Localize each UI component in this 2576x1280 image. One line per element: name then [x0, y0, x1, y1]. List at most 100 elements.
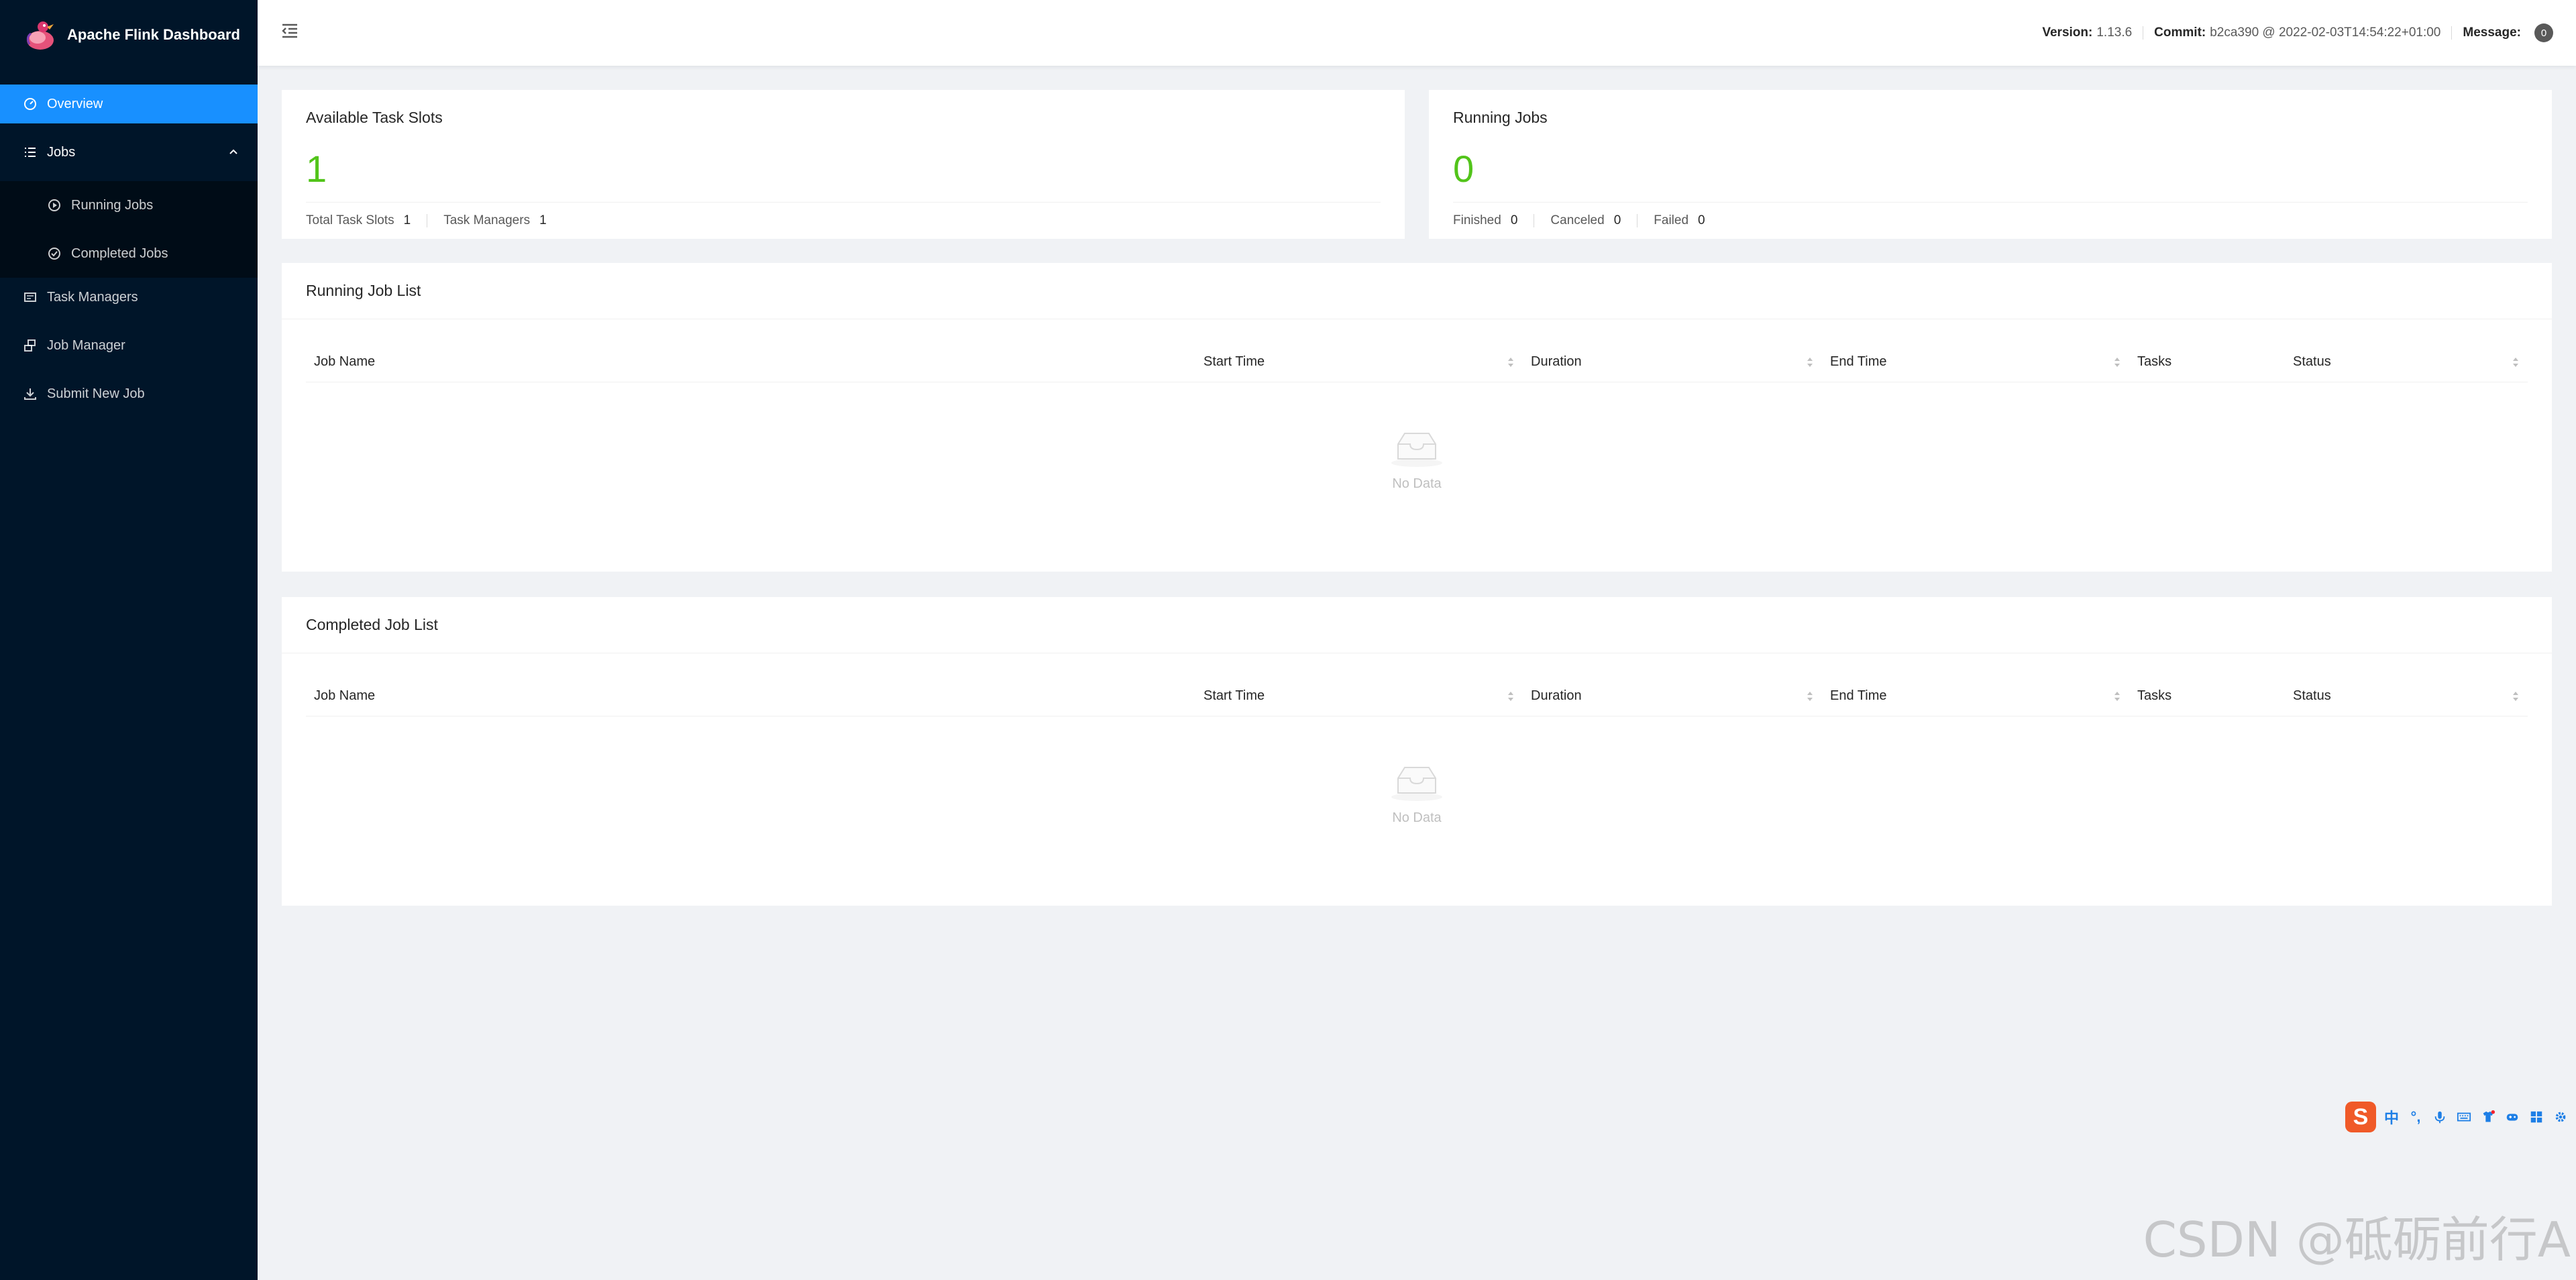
settings-gear-icon[interactable] — [2552, 1108, 2569, 1126]
schedule-icon — [23, 290, 38, 305]
failed-value: 0 — [1698, 213, 1705, 227]
column-status[interactable]: Status — [2285, 688, 2528, 716]
available-slots-value: 1 — [306, 148, 327, 190]
version-value: 1.13.6 — [2096, 25, 2133, 40]
message-label: Message: — [2463, 25, 2521, 40]
upload-icon — [23, 386, 38, 401]
cluster-icon — [23, 338, 38, 353]
card-title: Running Jobs — [1453, 109, 1548, 126]
column-label: Start Time — [1203, 688, 1265, 703]
sort-icon — [1508, 692, 1513, 701]
sidebar-item-submit-new-job[interactable]: Submit New Job — [0, 374, 258, 413]
sort-icon — [1807, 358, 1813, 367]
canceled-label: Canceled — [1550, 213, 1605, 227]
total-task-slots-label: Total Task Slots — [306, 213, 394, 227]
column-label: Status — [2293, 688, 2331, 703]
sort-icon — [1508, 358, 1513, 367]
column-tasks[interactable]: Tasks — [2129, 354, 2285, 382]
finished-label: Finished — [1453, 213, 1501, 227]
column-label: Status — [2293, 354, 2331, 369]
empty-inbox-icon — [1391, 433, 1442, 467]
completed-job-list-card: Completed Job List Job Name Start Time D… — [282, 597, 2552, 906]
divider — [2451, 26, 2453, 40]
commit-label: Commit: — [2154, 25, 2206, 40]
top-header: Version: 1.13.6 Commit: b2ca390 @ 2022-0… — [258, 0, 2576, 66]
empty-state: No Data — [306, 716, 2528, 826]
sidebar-item-jobs[interactable]: Jobs — [0, 133, 258, 172]
microphone-icon[interactable] — [2431, 1108, 2449, 1126]
table-header: Job Name Start Time Duration End Time Ta… — [306, 653, 2528, 716]
sidebar-item-label: Job Manager — [47, 337, 125, 353]
card-title: Completed Job List — [282, 597, 2552, 653]
menu-fold-icon[interactable] — [280, 21, 299, 40]
jobs-submenu: Running Jobs Completed Jobs — [0, 181, 258, 278]
column-status[interactable]: Status — [2285, 354, 2528, 382]
column-duration[interactable]: Duration — [1523, 354, 1822, 382]
sidebar-item-label: Jobs — [47, 144, 76, 160]
column-end-time[interactable]: End Time — [1822, 354, 2129, 382]
empty-text: No Data — [1392, 476, 1442, 491]
column-start-time[interactable]: Start Time — [1195, 354, 1523, 382]
skin-icon[interactable] — [2479, 1108, 2497, 1126]
column-job-name[interactable]: Job Name — [306, 688, 1195, 716]
sidebar: Apache Flink Dashboard Overview Jobs Run… — [0, 0, 258, 1280]
column-tasks[interactable]: Tasks — [2129, 688, 2285, 716]
empty-text: No Data — [1392, 810, 1442, 825]
total-task-slots-value: 1 — [403, 213, 411, 227]
header-info: Version: 1.13.6 Commit: b2ca390 @ 2022-0… — [2042, 0, 2553, 66]
sidebar-item-task-managers[interactable]: Task Managers — [0, 278, 258, 317]
column-label: End Time — [1830, 354, 1887, 369]
dashboard-icon — [23, 97, 38, 111]
sidebar-item-label: Task Managers — [47, 289, 138, 305]
column-label: End Time — [1830, 688, 1887, 703]
watermark: CSDN @砥砺前行A — [2143, 1212, 2571, 1268]
failed-label: Failed — [1654, 213, 1689, 227]
flink-logo-icon — [26, 21, 54, 50]
punctuation-icon[interactable]: °, — [2407, 1108, 2424, 1126]
sidebar-item-overview[interactable]: Overview — [0, 85, 258, 123]
available-task-slots-card: Available Task Slots 1 Total Task Slots … — [282, 90, 1405, 239]
sort-icon — [1807, 692, 1813, 701]
commit-value: b2ca390 @ 2022-02-03T14:54:22+01:00 — [2210, 25, 2441, 40]
app-title: Apache Flink Dashboard — [67, 26, 240, 43]
column-duration[interactable]: Duration — [1523, 688, 1822, 716]
finished-value: 0 — [1510, 213, 1518, 227]
sidebar-item-job-manager[interactable]: Job Manager — [0, 326, 258, 365]
sidebar-item-label: Submit New Job — [47, 386, 145, 401]
running-jobs-card: Running Jobs 0 Finished 0 Canceled 0 Fai… — [1429, 90, 2552, 239]
running-jobs-table: Job Name Start Time Duration End Time Ta… — [306, 319, 2528, 492]
sort-icon — [2114, 358, 2120, 367]
logo-bar[interactable]: Apache Flink Dashboard — [0, 0, 258, 70]
ime-mode-toggle[interactable]: 中 — [2383, 1108, 2400, 1126]
divider — [1637, 214, 1638, 227]
task-managers-label: Task Managers — [443, 213, 531, 227]
completed-jobs-table: Job Name Start Time Duration End Time Ta… — [306, 653, 2528, 826]
sogou-logo-icon[interactable]: S — [2345, 1102, 2376, 1132]
empty-inbox-icon — [1391, 767, 1442, 801]
sort-icon — [2114, 692, 2120, 701]
sidebar-item-completed-jobs[interactable]: Completed Jobs — [0, 229, 258, 278]
running-jobs-value: 0 — [1453, 148, 1474, 190]
card-title: Running Job List — [282, 263, 2552, 319]
sidebar-item-running-jobs[interactable]: Running Jobs — [0, 181, 258, 229]
card-footer: Finished 0 Canceled 0 Failed 0 — [1453, 202, 2528, 228]
sidebar-item-label: Running Jobs — [71, 197, 154, 213]
chevron-up-icon — [229, 149, 237, 154]
table-header: Job Name Start Time Duration End Time Ta… — [306, 319, 2528, 382]
column-job-name[interactable]: Job Name — [306, 354, 1195, 382]
column-start-time[interactable]: Start Time — [1195, 688, 1523, 716]
sidebar-item-label: Completed Jobs — [71, 246, 168, 261]
sidebar-menu: Overview Jobs Running Jobs Completed Job… — [0, 85, 258, 413]
message-count-badge[interactable]: 0 — [2534, 23, 2553, 42]
toolbox-icon[interactable] — [2528, 1108, 2545, 1126]
canceled-value: 0 — [1613, 213, 1621, 227]
play-circle-icon — [47, 198, 62, 213]
keyboard-icon[interactable] — [2455, 1108, 2473, 1126]
task-managers-value: 1 — [539, 213, 547, 227]
column-end-time[interactable]: End Time — [1822, 688, 2129, 716]
column-label: Start Time — [1203, 354, 1265, 369]
empty-state: No Data — [306, 382, 2528, 492]
column-label: Duration — [1531, 688, 1582, 703]
gamepad-icon[interactable] — [2504, 1108, 2521, 1126]
list-icon — [23, 145, 38, 160]
